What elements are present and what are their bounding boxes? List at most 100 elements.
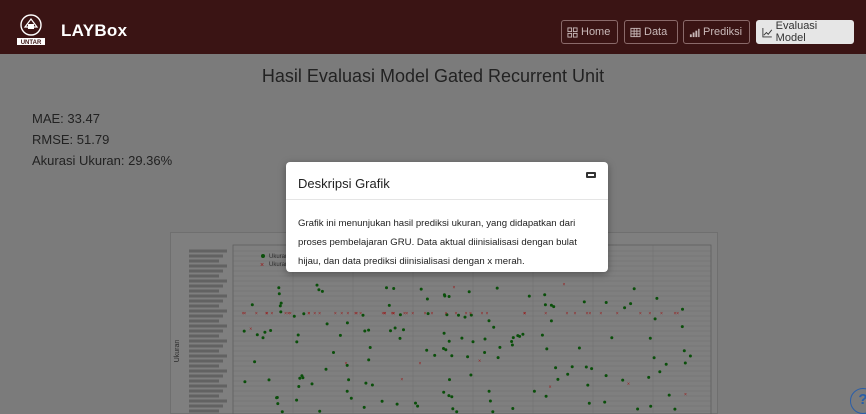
actual-point (604, 374, 608, 378)
actual-point (577, 346, 581, 350)
predicted-point: × (673, 311, 676, 317)
y-tick-label (189, 374, 223, 378)
actual-point (621, 378, 625, 382)
actual-point (649, 404, 653, 408)
legend-actual-marker (261, 254, 265, 258)
predicted-point: × (405, 311, 408, 317)
actual-point (267, 378, 271, 382)
y-tick-label (189, 409, 219, 413)
actual-point (510, 343, 514, 347)
y-tick-label (189, 389, 223, 393)
actual-point (603, 400, 607, 404)
actual-point (681, 307, 684, 311)
mae-value: MAE: 33.47 (32, 111, 100, 126)
actual-point (566, 372, 570, 376)
actual-point (469, 373, 473, 377)
actual-point (278, 304, 282, 308)
actual-point (652, 356, 656, 360)
actual-point (510, 340, 514, 343)
actual-point (554, 366, 558, 370)
y-tick-label (189, 319, 219, 323)
actual-point (629, 302, 633, 306)
actual-point (532, 389, 536, 393)
y-tick-labels (189, 249, 227, 413)
actual-point (317, 288, 321, 292)
actual-point (324, 367, 328, 371)
nav-evaluasi-button[interactable]: Evaluasi Model (756, 20, 854, 44)
actual-point (302, 312, 306, 316)
legend-predicted-marker: × (260, 262, 264, 269)
actual-point (450, 354, 454, 358)
actual-point (498, 345, 502, 349)
predicted-point: × (469, 311, 472, 317)
untar-logo[interactable]: UNTAR (14, 12, 48, 46)
predicted-point: × (307, 311, 310, 317)
actual-point (667, 393, 671, 397)
predicted-point: × (676, 311, 679, 317)
actual-point (300, 374, 304, 378)
predicted-point: × (430, 311, 433, 317)
actual-point (447, 339, 451, 343)
modal-header: Deskripsi Grafik (286, 162, 608, 200)
predicted-point: × (400, 377, 403, 383)
actual-point (325, 322, 329, 326)
actual-point (389, 329, 392, 333)
actual-point (367, 328, 371, 332)
y-tick-label (189, 279, 227, 283)
actual-point (448, 378, 451, 382)
actual-point (419, 287, 423, 291)
predicted-point: × (383, 311, 386, 317)
predicted-point: × (452, 285, 455, 291)
y-tick-label (189, 254, 223, 258)
nav-data-button[interactable]: Data (624, 20, 678, 44)
actual-point (277, 286, 281, 290)
y-tick-label (189, 304, 219, 308)
predicted-point: × (588, 311, 591, 317)
actual-point (393, 326, 397, 330)
nav-home-label: Home (581, 26, 611, 38)
page-title: Hasil Evaluasi Model Gated Recurrent Uni… (261, 66, 605, 86)
y-tick-label (189, 344, 223, 348)
actual-point (242, 329, 246, 333)
actual-point (466, 355, 470, 359)
actual-point (552, 305, 556, 309)
help-button[interactable]: ? (850, 388, 866, 414)
actual-point (447, 295, 451, 298)
predicted-point: × (465, 311, 468, 317)
predicted-point: × (627, 381, 630, 387)
actual-point (491, 410, 495, 414)
predicted-point: × (266, 311, 269, 317)
actual-point (460, 336, 464, 340)
rmse-value: RMSE: 51.79 (32, 132, 110, 147)
actual-point (380, 399, 384, 403)
nav-home-button[interactable]: Home (561, 20, 618, 44)
actual-point (584, 365, 588, 369)
actual-point (451, 407, 455, 411)
nav-evaluasi-label: Evaluasi Model (775, 20, 818, 44)
actual-point (653, 317, 657, 321)
actual-point (496, 356, 500, 360)
predicted-point: × (639, 311, 642, 317)
y-tick-label (189, 329, 223, 333)
brand-name[interactable]: LAYBox (61, 21, 127, 41)
actual-point (655, 296, 659, 300)
actual-point (527, 294, 531, 298)
y-tick-label (189, 299, 223, 303)
actual-point (483, 337, 487, 341)
minimize-icon[interactable] (586, 172, 596, 178)
actual-point (243, 380, 247, 384)
nav-prediksi-button[interactable]: Prediksi (683, 20, 750, 44)
actual-point (545, 347, 549, 351)
actual-point (683, 361, 687, 365)
y-tick-label (189, 369, 227, 373)
actual-point (450, 395, 454, 399)
predicted-point: × (616, 311, 619, 317)
predicted-point: × (318, 311, 321, 317)
navbar: UNTAR LAYBox Home Data Prediksi Evaluasi… (0, 0, 866, 54)
y-tick-label (189, 309, 227, 313)
y-axis-label: Ukuran (174, 340, 181, 363)
actual-point (345, 321, 349, 325)
actual-point (647, 375, 651, 379)
y-tick-label (189, 324, 227, 328)
y-tick-label (189, 274, 219, 278)
